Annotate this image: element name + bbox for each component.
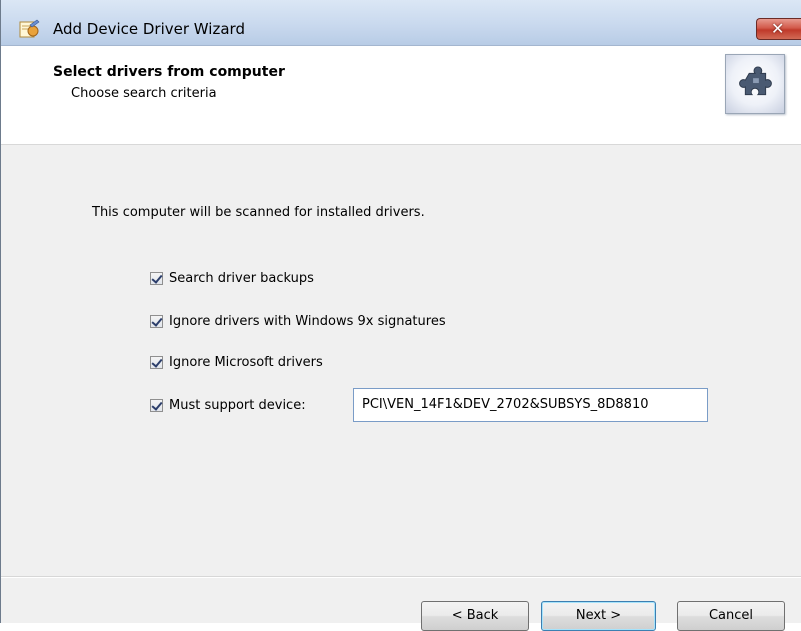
search-backups-label: Search driver backups (169, 271, 314, 286)
window-title: Add Device Driver Wizard (53, 20, 245, 38)
back-button[interactable]: < Back (421, 601, 529, 631)
footer-divider (1, 576, 801, 578)
page-title: Select drivers from computer (53, 64, 285, 80)
next-button[interactable]: Next > (541, 601, 656, 631)
ignore-9x-label: Ignore drivers with Windows 9x signature… (169, 314, 446, 329)
title-bar[interactable]: Add Device Driver Wizard ✕ (1, 0, 801, 46)
cancel-button[interactable]: Cancel (677, 601, 785, 631)
ignore-microsoft-checkbox[interactable] (150, 356, 163, 369)
intro-text: This computer will be scanned for instal… (92, 205, 425, 220)
must-support-label: Must support device: (169, 398, 306, 413)
option-search-backups[interactable]: Search driver backups (150, 271, 314, 286)
close-icon: ✕ (771, 19, 785, 38)
page-subtitle: Choose search criteria (71, 86, 217, 101)
must-support-checkbox[interactable] (150, 399, 163, 412)
close-button[interactable]: ✕ (756, 18, 801, 40)
device-id-field[interactable]: PCI\VEN_14F1&DEV_2702&SUBSYS_8D8810 (353, 388, 708, 422)
gear-puzzle-icon (725, 54, 785, 114)
option-must-support[interactable]: Must support device: (150, 398, 306, 413)
wizard-app-icon (19, 19, 40, 38)
ignore-9x-checkbox[interactable] (150, 315, 163, 328)
option-ignore-9x[interactable]: Ignore drivers with Windows 9x signature… (150, 314, 446, 329)
search-backups-checkbox[interactable] (150, 272, 163, 285)
ignore-microsoft-label: Ignore Microsoft drivers (169, 355, 323, 370)
wizard-header: Select drivers from computer Choose sear… (1, 46, 801, 145)
option-ignore-microsoft[interactable]: Ignore Microsoft drivers (150, 355, 323, 370)
wizard-window: Add Device Driver Wizard ✕ Select driver… (0, 0, 801, 631)
